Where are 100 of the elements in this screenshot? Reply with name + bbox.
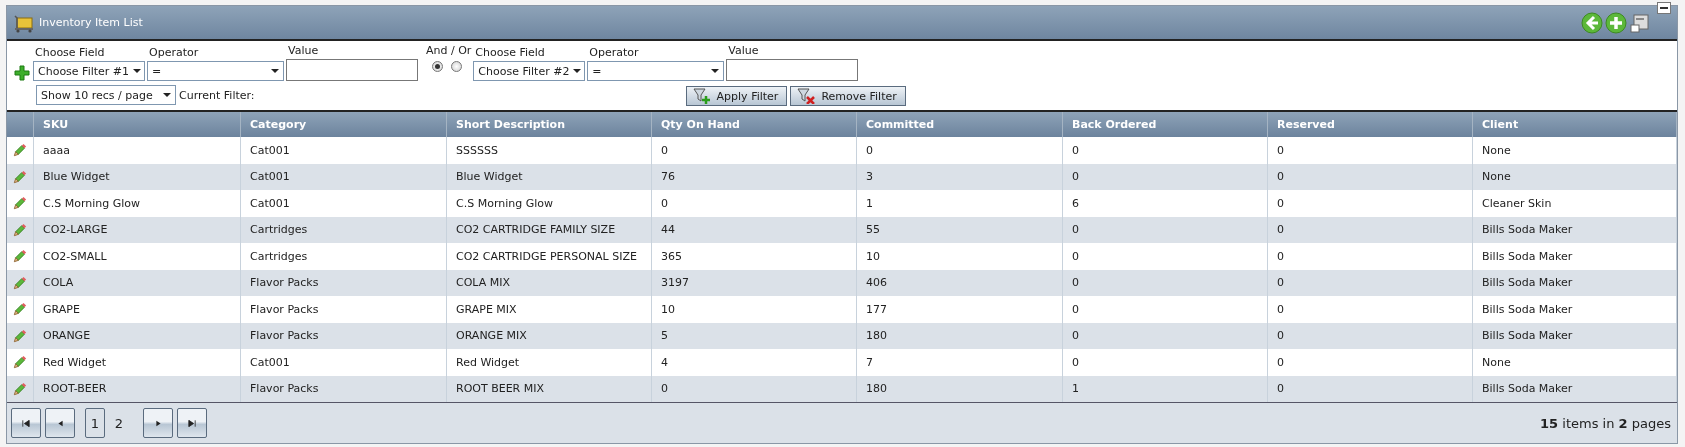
pencil-icon[interactable] [13, 222, 27, 237]
table-cell: Cleaner Skin [1473, 190, 1677, 217]
table-cell: 55 [857, 216, 1063, 243]
table-cell: 0 [1268, 163, 1473, 190]
add-icon[interactable] [1605, 11, 1627, 34]
left-triangle-icon [56, 419, 64, 427]
table-cell: 0 [1268, 190, 1473, 217]
right-triangle-icon [154, 419, 162, 427]
table-cell: 76 [652, 163, 857, 190]
pencil-icon[interactable] [13, 169, 27, 184]
field-dropdown[interactable]: Choose Filter #2 [473, 61, 586, 81]
table-cell: 5 [652, 322, 857, 349]
pencil-icon[interactable] [13, 381, 27, 396]
table-cell: 180 [857, 322, 1063, 349]
table-cell: Red Widget [34, 349, 241, 376]
table-cell: GRAPE MIX [447, 296, 652, 323]
table-cell: COLA MIX [447, 269, 652, 296]
table-cell: Blue Widget [447, 163, 652, 190]
pencil-icon[interactable] [13, 328, 27, 343]
table-cell: 0 [1268, 269, 1473, 296]
table-cell: None [1473, 163, 1677, 190]
field-label: Value [287, 44, 320, 57]
table-cell: Flavor Packs [241, 322, 447, 349]
table-cell: 10 [857, 243, 1063, 270]
field-label: Choose Field [34, 46, 106, 59]
filter-add-icon [692, 88, 711, 104]
first-page-button[interactable] [11, 408, 41, 438]
table-cell: 6 [1063, 190, 1268, 217]
value-field[interactable] [286, 59, 418, 81]
table-cell: 0 [1063, 163, 1268, 190]
page-size-dropdown[interactable]: Show 10 recs / page [36, 85, 176, 105]
page-number[interactable]: 1 [85, 408, 105, 438]
field-label: And / Or [426, 44, 472, 57]
field-label: Operator [588, 46, 640, 59]
remove-filter-button[interactable]: Remove Filter [790, 86, 906, 106]
table-cell: ORANGE MIX [447, 322, 652, 349]
value-field[interactable] [726, 59, 859, 81]
table-cell: Blue Widget [34, 163, 241, 190]
page-number[interactable]: 2 [109, 408, 129, 438]
operator-dropdown[interactable]: = [587, 61, 725, 81]
first-icon [22, 419, 30, 427]
table-cell: SSSSSS [447, 137, 652, 164]
back-icon[interactable] [1581, 11, 1603, 34]
table-cell: 177 [857, 296, 1063, 323]
field-dropdown[interactable]: Choose Filter #1 [33, 61, 145, 81]
pencil-icon[interactable] [13, 302, 27, 317]
table-cell: 0 [1268, 296, 1473, 323]
table-cell: 44 [652, 216, 857, 243]
pencil-icon[interactable] [13, 275, 27, 290]
field-label: Value [727, 44, 760, 57]
table-cell: 4 [652, 349, 857, 376]
table-cell: 365 [652, 243, 857, 270]
table-cell: 0 [857, 137, 1063, 164]
table-cell: 0 [1063, 243, 1268, 270]
table-cell: CO2 CARTRIDGE PERSONAL SIZE [447, 243, 652, 270]
apply-filter-button[interactable]: Apply Filter [685, 86, 788, 106]
table-cell: 7 [857, 349, 1063, 376]
table-cell: COLA [34, 269, 241, 296]
table-cell: aaaa [34, 137, 241, 164]
field-label: Choose Field [474, 46, 546, 59]
table-cell: Cat001 [241, 163, 447, 190]
table-cell: C.S Morning Glow [447, 190, 652, 217]
add-filter-icon[interactable] [14, 65, 30, 81]
table-cell: CO2-SMALL [34, 243, 241, 270]
table-cell: 0 [652, 137, 857, 164]
pencil-icon[interactable] [13, 249, 27, 264]
pencil-icon[interactable] [13, 355, 27, 370]
table-cell: 0 [1063, 269, 1268, 296]
table-cell: C.S Morning Glow [34, 190, 241, 217]
radio-button[interactable] [451, 61, 462, 72]
current-filter-label: Current Filter: [179, 88, 255, 102]
table-cell: Cat001 [241, 190, 447, 217]
table-cell: CO2 CARTRIDGE FAMILY SIZE [447, 216, 652, 243]
last-page-button[interactable] [177, 408, 207, 438]
radio-button[interactable] [432, 61, 443, 72]
table-cell: None [1473, 349, 1677, 376]
previous-page-button[interactable] [45, 408, 75, 438]
table-cell: Bills Soda Maker [1473, 216, 1677, 243]
table-cell: 0 [1063, 322, 1268, 349]
operator-dropdown[interactable]: = [147, 61, 284, 81]
table-cell: GRAPE [34, 296, 241, 323]
table-cell: 0 [1063, 216, 1268, 243]
table-cell: 0 [1268, 216, 1473, 243]
pencil-icon[interactable] [13, 143, 27, 158]
table-cell: 0 [1268, 349, 1473, 376]
last-icon [188, 419, 196, 427]
table-cell: Cat001 [241, 349, 447, 376]
table-cell: Bills Soda Maker [1473, 296, 1677, 323]
table-cell: 1 [857, 190, 1063, 217]
table-cell: Red Widget [447, 349, 652, 376]
next-page-button[interactable] [143, 408, 173, 438]
table-cell: 0 [1268, 137, 1473, 164]
minimize-button[interactable] [1657, 1, 1671, 14]
pager-summary: 15 items in 2 pages [1540, 415, 1671, 431]
table-cell: 3197 [652, 269, 857, 296]
field-label: Operator [148, 46, 200, 59]
pencil-icon[interactable] [13, 196, 27, 211]
table-cell: 406 [857, 269, 1063, 296]
cart-icon [13, 12, 35, 33]
table-cell: 0 [1063, 349, 1268, 376]
